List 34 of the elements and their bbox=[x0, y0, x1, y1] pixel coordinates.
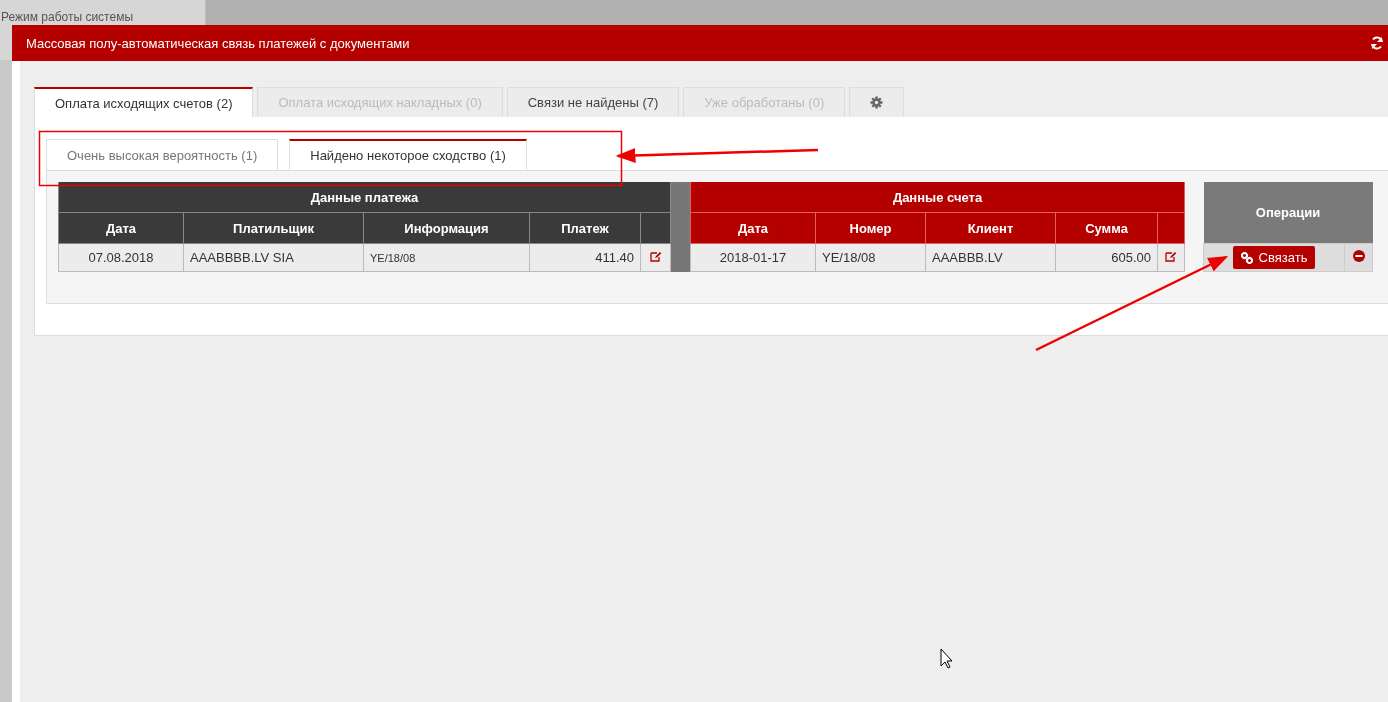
edit-icon[interactable] bbox=[649, 251, 662, 262]
column-header: Дата bbox=[690, 212, 816, 244]
table-cell: 07.08.2018 bbox=[58, 243, 184, 272]
table-cell: 2018-01-17 bbox=[690, 243, 816, 272]
column-header: Дата bbox=[58, 212, 184, 244]
tab[interactable]: Связи не найдены (7) bbox=[506, 87, 680, 117]
table-cell: 605.00 bbox=[1055, 243, 1158, 272]
column-header: Номер bbox=[815, 212, 926, 244]
group-header: Данные платежа bbox=[58, 182, 671, 213]
settings-tab[interactable] bbox=[849, 87, 905, 117]
table-cell: YE/18/08 bbox=[363, 243, 530, 272]
mode-label: Режим работы системы bbox=[0, 9, 135, 24]
column-header: Клиент bbox=[925, 212, 1056, 244]
link-button[interactable]: Связать bbox=[1232, 246, 1316, 269]
refresh-icon[interactable] bbox=[1370, 36, 1384, 50]
dialog-title: Массовая полу-автоматическая связь платежей с документами bbox=[26, 35, 410, 51]
cursor-icon bbox=[940, 648, 953, 669]
edit-icon[interactable] bbox=[1165, 251, 1177, 262]
link-icon bbox=[1240, 251, 1253, 264]
tab[interactable]: Оплата исходящих счетов (2) bbox=[34, 87, 254, 117]
subtab[interactable]: Очень высокая вероятность (1) bbox=[46, 139, 279, 170]
column-header: Информация bbox=[363, 212, 530, 244]
table-cell: AAABBB.LV bbox=[925, 243, 1056, 272]
group-header: Операции bbox=[1203, 182, 1373, 244]
table-cell: 411.40 bbox=[529, 243, 641, 272]
group-header: Данные счета bbox=[690, 182, 1185, 213]
table-cell: AAABBBB.LV SIA bbox=[183, 243, 364, 272]
column-header: Сумма bbox=[1055, 212, 1158, 244]
column-header: Платильщик bbox=[183, 212, 364, 244]
settings-icon[interactable] bbox=[870, 96, 884, 109]
table-cell: YE/18/08 bbox=[815, 243, 926, 272]
column-header: Платеж bbox=[529, 212, 641, 244]
subtab[interactable]: Найдено некоторое сходство (1) bbox=[289, 139, 527, 170]
remove-icon[interactable] bbox=[1352, 250, 1365, 262]
